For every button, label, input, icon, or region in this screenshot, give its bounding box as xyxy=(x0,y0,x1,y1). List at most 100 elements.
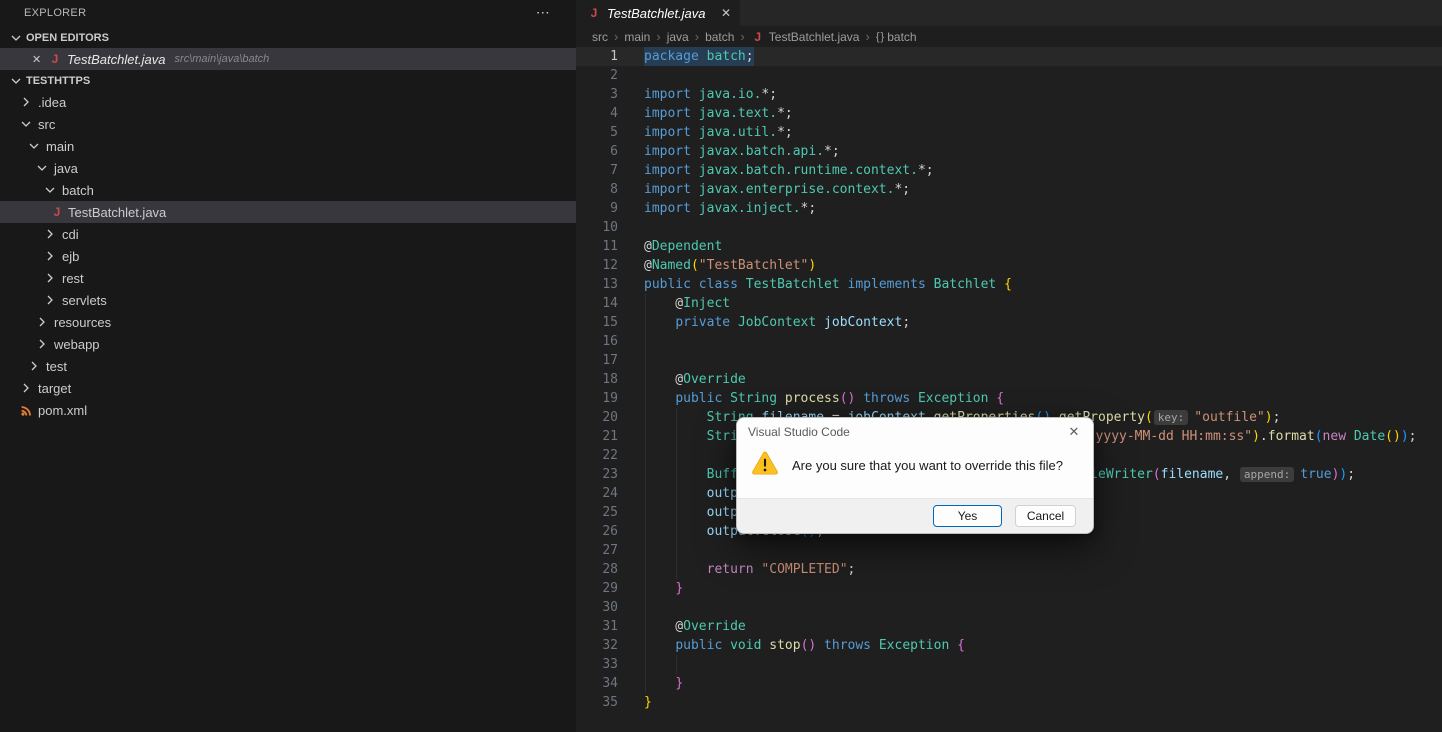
code-line-7[interactable]: 7 import javax.batch.runtime.context.*; xyxy=(576,161,1442,180)
line-content: import javax.enterprise.context.*; xyxy=(644,182,911,197)
tree-item-servlets[interactable]: servlets xyxy=(0,289,576,311)
tree-item-pom-xml[interactable]: pom.xml xyxy=(0,399,576,421)
inlay-hint: append: xyxy=(1239,467,1295,482)
code-line-15[interactable]: 15 private JobContext jobContext; xyxy=(576,313,1442,332)
tree-item-test[interactable]: test xyxy=(0,355,576,377)
line-number: 15 xyxy=(602,315,618,330)
code-editor[interactable]: 1 package batch; 2 3 import java.io.*; 4 impor… xyxy=(576,47,1442,712)
tree-item-src[interactable]: src xyxy=(0,113,576,135)
line-number: 30 xyxy=(602,600,618,615)
code-line-10[interactable]: 10 xyxy=(576,218,1442,237)
code-line-5[interactable]: 5 import java.util.*; xyxy=(576,123,1442,142)
tree-item-label: java xyxy=(54,160,78,176)
breadcrumb-separator: › xyxy=(614,29,619,44)
tree-item-ejb[interactable]: ejb xyxy=(0,245,576,267)
tree-item-rest[interactable]: rest xyxy=(0,267,576,289)
line-number: 13 xyxy=(602,277,618,292)
indent-guide xyxy=(644,617,646,636)
code-line-2[interactable]: 2 xyxy=(576,66,1442,85)
code-line-1[interactable]: 1 package batch; xyxy=(576,47,1442,66)
tree-item-cdi[interactable]: cdi xyxy=(0,223,576,245)
code-line-3[interactable]: 3 import java.io.*; xyxy=(576,85,1442,104)
close-icon[interactable]: ✕ xyxy=(32,53,48,66)
tree-item-webapp[interactable]: webapp xyxy=(0,333,576,355)
breadcrumb-batch[interactable]: batch xyxy=(705,30,734,44)
indent-guide xyxy=(644,408,646,427)
chevron-down-icon xyxy=(8,73,24,89)
line-number: 11 xyxy=(602,239,618,254)
line-number: 9 xyxy=(610,201,618,216)
tree-item-testbatchlet-java[interactable]: J TestBatchlet.java xyxy=(0,201,576,223)
close-icon[interactable]: ✕ xyxy=(1065,424,1083,440)
ellipsis-icon[interactable]: ⋯ xyxy=(536,5,550,19)
tree-item-java[interactable]: java xyxy=(0,157,576,179)
code-line-8[interactable]: 8 import javax.enterprise.context.*; xyxy=(576,180,1442,199)
open-editor-item[interactable]: ✕ J TestBatchlet.java src\main\java\batc… xyxy=(0,48,576,70)
code-line-28[interactable]: 28 return "COMPLETED"; xyxy=(576,560,1442,579)
tree-item-label: ejb xyxy=(62,248,80,264)
code-line-6[interactable]: 6 import javax.batch.api.*; xyxy=(576,142,1442,161)
line-content: } xyxy=(644,695,652,710)
code-line-13[interactable]: 13 public class TestBatchlet implements B… xyxy=(576,275,1442,294)
line-number: 4 xyxy=(610,106,618,121)
line-number: 2 xyxy=(610,68,618,83)
project-section-header[interactable]: TESTHTTPS xyxy=(0,70,576,91)
line-content: import java.text.*; xyxy=(644,106,793,121)
chevron-down-icon xyxy=(26,138,42,154)
breadcrumbs: src › main › java › batch › J TestBatchlet.java › {… xyxy=(576,26,1442,47)
code-line-33[interactable]: 33 xyxy=(576,655,1442,674)
tree-item-resources[interactable]: resources xyxy=(0,311,576,333)
java-file-icon: J xyxy=(754,29,762,44)
line-number: 19 xyxy=(602,391,618,406)
code-line-35[interactable]: 35} xyxy=(576,693,1442,712)
code-line-19[interactable]: 19 public String process() throws Except… xyxy=(576,389,1442,408)
code-line-9[interactable]: 9 import javax.inject.*; xyxy=(576,199,1442,218)
line-number: 23 xyxy=(602,467,618,482)
tab-label: TestBatchlet.java xyxy=(607,5,706,21)
code-line-17[interactable]: 17 xyxy=(576,351,1442,370)
tab-testbatchlet[interactable]: J TestBatchlet.java ✕ xyxy=(576,0,740,26)
code-line-27[interactable]: 27 xyxy=(576,541,1442,560)
chevron-right-icon xyxy=(34,336,50,352)
tree-item-label: webapp xyxy=(54,336,100,352)
breadcrumb-java[interactable]: java xyxy=(667,30,689,44)
open-editors-section-header[interactable]: OPEN EDITORS xyxy=(0,27,576,48)
indent-guide xyxy=(675,408,677,427)
chevron-down-icon xyxy=(34,160,50,176)
line-content: import java.util.*; xyxy=(644,125,793,140)
code-line-14[interactable]: 14 @Inject xyxy=(576,294,1442,313)
code-line-31[interactable]: 31 @Override xyxy=(576,617,1442,636)
tree-item-target[interactable]: target xyxy=(0,377,576,399)
code-line-11[interactable]: 11 @Dependent xyxy=(576,237,1442,256)
line-content: import javax.inject.*; xyxy=(644,201,817,216)
cancel-button[interactable]: Cancel xyxy=(1015,505,1076,527)
line-content: @Override xyxy=(644,617,746,636)
code-line-30[interactable]: 30 xyxy=(576,598,1442,617)
tree-item-label: pom.xml xyxy=(38,402,88,418)
line-number: 10 xyxy=(602,220,618,235)
close-icon[interactable]: ✕ xyxy=(721,6,731,20)
code-line-32[interactable]: 32 public void stop() throws Exception { xyxy=(576,636,1442,655)
line-content: @Dependent xyxy=(644,239,723,254)
yes-button[interactable]: Yes xyxy=(933,505,1002,527)
breadcrumb-batch[interactable]: { } batch xyxy=(876,30,917,44)
open-editors-label: OPEN EDITORS xyxy=(26,31,109,44)
line-content: } xyxy=(644,579,683,598)
breadcrumb-testbatchlet-java[interactable]: J TestBatchlet.java xyxy=(751,29,859,44)
code-line-29[interactable]: 29 } xyxy=(576,579,1442,598)
code-line-16[interactable]: 16 xyxy=(576,332,1442,351)
xml-file-icon xyxy=(18,402,34,418)
breadcrumb-src[interactable]: src xyxy=(592,30,608,44)
dialog-title: Visual Studio Code xyxy=(748,424,850,439)
tree-item--idea[interactable]: .idea xyxy=(0,91,576,113)
line-number: 18 xyxy=(602,372,618,387)
breadcrumb-main[interactable]: main xyxy=(624,30,650,44)
code-line-18[interactable]: 18 @Override xyxy=(576,370,1442,389)
code-line-12[interactable]: 12 @Named("TestBatchlet") xyxy=(576,256,1442,275)
line-number: 7 xyxy=(610,163,618,178)
tree-item-batch[interactable]: batch xyxy=(0,179,576,201)
tree-item-main[interactable]: main xyxy=(0,135,576,157)
line-number: 28 xyxy=(602,562,618,577)
code-line-4[interactable]: 4 import java.text.*; xyxy=(576,104,1442,123)
code-line-34[interactable]: 34 } xyxy=(576,674,1442,693)
